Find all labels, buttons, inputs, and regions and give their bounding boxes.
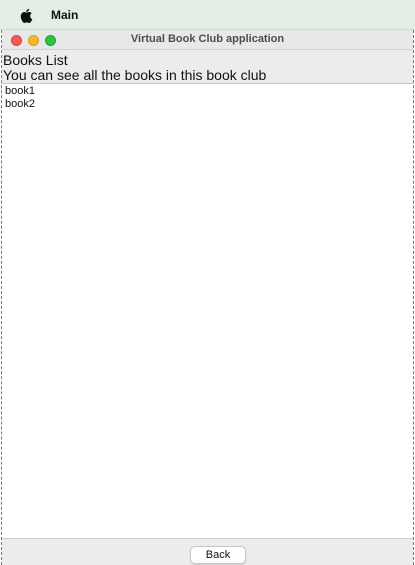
footer-bar: Back	[2, 538, 413, 565]
app-menu-main[interactable]: Main	[51, 8, 78, 22]
books-header: Books List You can see all the books in …	[2, 50, 413, 83]
window-title: Virtual Book Club application	[130, 33, 285, 45]
app-window: Virtual Book Club application Books List…	[1, 30, 414, 565]
book-list-item[interactable]: book1	[2, 85, 413, 98]
book-list[interactable]: book1 book2	[2, 83, 413, 538]
back-button[interactable]: Back	[190, 546, 246, 564]
title-bar: Virtual Book Club application	[2, 30, 413, 50]
menu-bar: Main	[0, 0, 415, 30]
books-list-heading: Books List	[3, 52, 68, 68]
books-list-description: You can see all the books in this book c…	[3, 67, 267, 83]
apple-icon[interactable]	[20, 8, 34, 23]
book-list-item[interactable]: book2	[2, 98, 413, 111]
